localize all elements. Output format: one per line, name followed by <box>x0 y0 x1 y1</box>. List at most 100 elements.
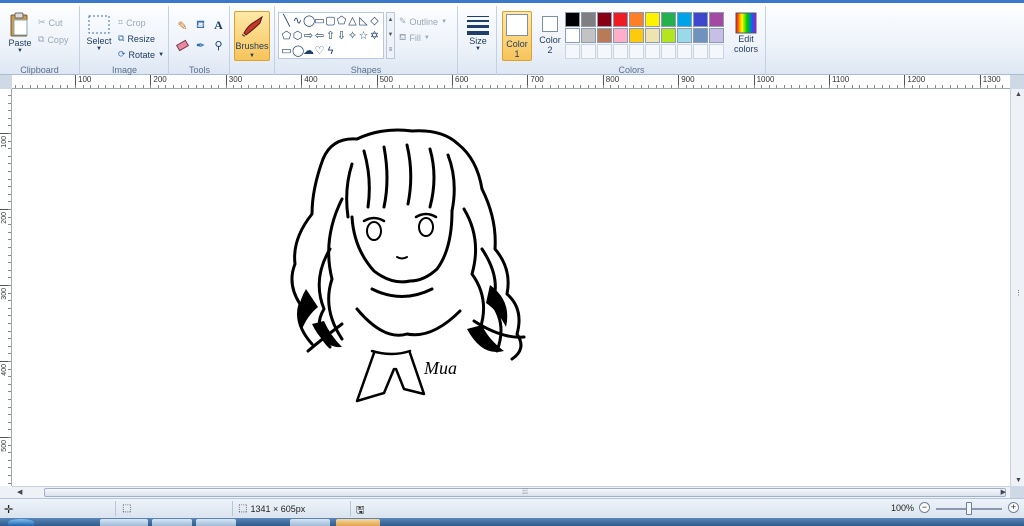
scroll-left-icon[interactable]: ◀ <box>17 488 22 496</box>
zoom-in-button[interactable]: + <box>1008 502 1019 513</box>
shapes-scroll-down-icon[interactable]: ▼ <box>387 28 394 43</box>
left-arrow-shape[interactable]: ⇦ <box>314 29 325 44</box>
ruler-tick <box>256 85 257 88</box>
taskbar-app-button[interactable] <box>152 519 192 526</box>
eraser-tool[interactable] <box>174 37 191 54</box>
six-point-star-shape[interactable]: ✡ <box>369 29 380 44</box>
start-button[interactable] <box>8 519 34 526</box>
magnifier-tool[interactable]: ⚲ <box>210 37 227 54</box>
ruler-tick <box>8 452 11 453</box>
right-triangle-shape[interactable]: ◺ <box>358 14 369 29</box>
ruler-tick <box>8 338 11 339</box>
taskbar-app-button[interactable] <box>290 519 330 526</box>
shapes-more-icon[interactable]: ≡ <box>387 43 394 58</box>
cloud-callout-shape[interactable]: ☁ <box>303 44 314 59</box>
right-arrow-shape[interactable]: ⇨ <box>303 29 314 44</box>
vertical-scrollbar[interactable]: ▲ ⋮ ▼ <box>1010 89 1024 486</box>
zoom-out-button[interactable]: − <box>919 502 930 513</box>
pentagon-shape[interactable]: ⬠ <box>281 29 292 44</box>
ruler-tick <box>294 85 295 88</box>
five-point-star-shape[interactable]: ☆ <box>358 29 369 44</box>
ruler-tick <box>1002 85 1003 88</box>
ruler-tick <box>882 85 883 88</box>
ruler-tick <box>218 85 219 88</box>
hexagon-shape[interactable]: ⬡ <box>292 29 303 44</box>
eraser-icon <box>175 39 190 52</box>
heart-shape[interactable]: ♡ <box>314 44 325 59</box>
scroll-right-icon[interactable]: ▶ <box>1001 488 1006 496</box>
outline-button[interactable]: ✎ Outline ▼ <box>399 14 447 29</box>
curve-shape[interactable]: ∿ <box>292 14 303 29</box>
edit-colors-button[interactable]: Edit colors <box>731 12 761 54</box>
ruler-tick <box>558 85 559 88</box>
pencil-tool[interactable]: ✎ <box>174 17 191 34</box>
polygon-shape[interactable]: ⬠ <box>336 14 347 29</box>
ribbon: Paste ▼ ✂ Cut ⧉ Copy Clipboard Select ▼ … <box>0 0 1024 76</box>
rectangle-shape[interactable]: ▭ <box>314 14 325 29</box>
oval-shape[interactable]: ◯ <box>303 14 315 29</box>
ruler-tick <box>8 217 11 218</box>
ruler-tick <box>8 475 11 476</box>
ruler-tick <box>603 85 604 88</box>
vertical-ruler: 100 200 300 400 500 <box>0 89 12 486</box>
paste-button[interactable]: Paste ▼ <box>6 12 34 54</box>
lightning-shape[interactable]: ϟ <box>325 44 336 59</box>
copy-button[interactable]: ⧉ Copy <box>38 32 68 47</box>
ruler-tick <box>90 85 91 88</box>
canvas[interactable]: Mua <box>12 89 1010 486</box>
vertical-scroll-grip-icon[interactable]: ⋮ <box>1015 289 1022 297</box>
scroll-down-icon[interactable]: ▼ <box>1015 477 1022 484</box>
shapes-scroll[interactable]: ▲ ▼ ≡ <box>386 12 395 59</box>
rounded-callout-shape[interactable]: ▭ <box>281 44 292 59</box>
paste-dropdown-icon[interactable]: ▼ <box>17 48 23 54</box>
horizontal-scroll-thumb[interactable]: ⁞⁞⁞ <box>44 488 1006 497</box>
horizontal-scrollbar[interactable]: ◀ ⁞⁞⁞ ▶ <box>12 486 1010 498</box>
color-picker-tool[interactable]: ✒ <box>192 37 209 54</box>
cut-button[interactable]: ✂ Cut <box>38 15 63 30</box>
size-button[interactable]: Size ▼ <box>464 14 492 52</box>
triangle-shape[interactable]: △ <box>347 14 358 29</box>
line-shape[interactable]: ╲ <box>281 14 292 29</box>
ruler-tick <box>467 85 468 88</box>
up-arrow-shape[interactable]: ⇧ <box>325 29 336 44</box>
four-point-star-shape[interactable]: ✧ <box>347 29 358 44</box>
zoom-out-icon[interactable]: − <box>919 502 930 513</box>
text-tool[interactable]: A <box>210 17 227 34</box>
fill-tool[interactable]: ⛾ <box>192 17 209 34</box>
ruler-tick <box>535 85 536 88</box>
fill-button[interactable]: ⛾ Fill ▼ <box>399 30 430 45</box>
scroll-up-icon[interactable]: ▲ <box>1015 91 1022 98</box>
fill-dropdown-icon: ▼ <box>423 34 430 41</box>
rounded-rectangle-shape[interactable]: ▢ <box>325 14 336 29</box>
zoom-in-icon[interactable]: + <box>1008 502 1019 513</box>
zoom-level: 100% <box>891 503 914 513</box>
bangs-stroke <box>345 143 456 219</box>
shapes-scroll-up-icon[interactable]: ▲ <box>387 13 394 28</box>
crosshair-icon: ✛ <box>4 504 14 516</box>
down-arrow-shape[interactable]: ⇩ <box>336 29 347 44</box>
ruler-tick <box>8 179 11 180</box>
ruler-tick <box>8 293 11 294</box>
ruler-tick <box>8 369 11 370</box>
taskbar-app-button[interactable] <box>196 519 236 526</box>
zoom-slider-thumb[interactable] <box>966 502 972 515</box>
ruler-tick <box>565 85 566 88</box>
oval-callout-shape[interactable]: ◯ <box>292 44 304 59</box>
select-button[interactable]: Select ▼ <box>85 14 113 52</box>
ruler-tick <box>610 85 611 88</box>
clipboard-group-label: Clipboard <box>20 65 59 75</box>
select-dropdown-icon[interactable]: ▼ <box>96 46 102 52</box>
taskbar-app-button[interactable] <box>100 519 148 526</box>
ruler-tick <box>542 85 543 88</box>
rotate-button[interactable]: ⟳ Rotate ▼ <box>118 47 164 62</box>
resize-button[interactable]: ⧉ Resize <box>118 31 155 46</box>
ruler-tick <box>135 85 136 88</box>
ruler-tick <box>211 85 212 88</box>
diamond-shape[interactable]: ◇ <box>369 14 380 29</box>
zoom-level-text: 100% <box>891 503 915 513</box>
brushes-button[interactable]: Brushes ▼ <box>234 11 270 61</box>
taskbar-app-button[interactable] <box>336 519 380 526</box>
crop-button[interactable]: ⌗ Crop <box>118 15 146 30</box>
ruler-tick <box>8 331 11 332</box>
fill-label: Fill <box>409 32 421 43</box>
